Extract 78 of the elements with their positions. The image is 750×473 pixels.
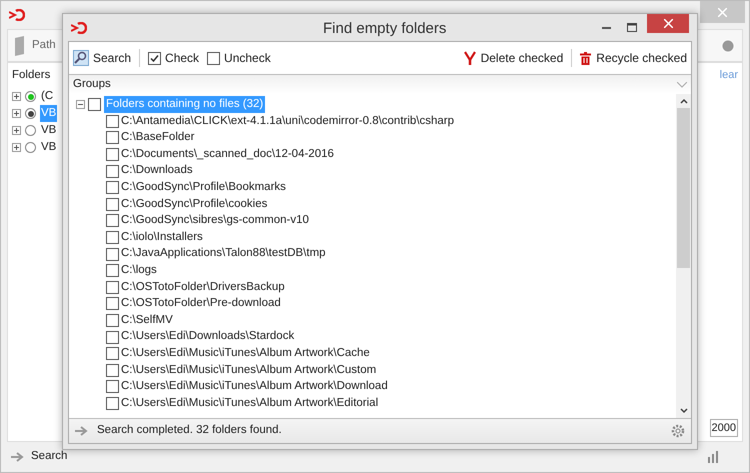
arrow-icon — [11, 452, 25, 462]
close-button[interactable] — [647, 14, 689, 33]
checkbox[interactable] — [106, 198, 119, 211]
checkbox[interactable] — [106, 396, 119, 410]
status-text: Search completed. 32 folders found. — [97, 423, 283, 438]
checkbox-icon[interactable] — [148, 52, 162, 64]
chevron-down-icon — [677, 82, 687, 88]
checkbox[interactable] — [106, 164, 119, 178]
folder-path[interactable]: C:\Users\Edi\Music\iTunes\Album Artwork\Download — [121, 378, 388, 396]
toolbar-button[interactable]: Search — [73, 49, 132, 67]
checkbox[interactable] — [106, 131, 119, 144]
toolbar-button[interactable]: Check — [148, 49, 200, 67]
toolbar-button[interactable]: Uncheck — [207, 49, 271, 67]
search-icon — [73, 50, 89, 66]
folders-header: Folders — [12, 68, 52, 83]
collapse-toggle[interactable] — [76, 100, 85, 109]
checkbox[interactable] — [106, 380, 119, 394]
dialog-title: Find empty folders — [323, 19, 446, 39]
checkbox[interactable] — [106, 248, 119, 261]
checkbox[interactable] — [88, 98, 101, 111]
folder-path[interactable]: C:\Documents\_scanned_doc\12-04-2016 — [121, 146, 334, 164]
folder-path[interactable]: C:\SelfMV — [121, 312, 173, 330]
checkbox[interactable] — [106, 264, 119, 278]
settings-icon[interactable] — [671, 424, 685, 438]
folder-path[interactable]: C:\JavaApplications\Talon88\testDB\tmp — [121, 245, 326, 263]
trash-icon — [580, 52, 592, 64]
folder-path[interactable]: C:\Users\Edi\Music\iTunes\Album Artwork\Custom — [121, 362, 376, 379]
folder-path[interactable]: C:\GoodSync\Profile\cookies — [121, 196, 268, 213]
status-text: Search — [31, 449, 68, 464]
checkbox[interactable] — [106, 230, 119, 244]
number-spinner[interactable]: 2000 — [710, 418, 738, 437]
expand-icon[interactable] — [12, 92, 21, 102]
folder-label[interactable]: VB — [40, 122, 58, 140]
checkbox[interactable] — [106, 297, 119, 310]
expand-icon[interactable] — [12, 143, 21, 152]
arrow-icon — [75, 426, 89, 436]
folder-path[interactable]: C:\BaseFolder — [121, 129, 195, 147]
close-icon — [718, 8, 727, 16]
checkbox[interactable] — [106, 148, 119, 161]
folder-label[interactable]: (C — [40, 88, 54, 106]
folder-path[interactable]: C:\GoodSync\sibres\gs-common-v10 — [121, 212, 309, 230]
minimize-icon — [602, 26, 610, 28]
expand-icon[interactable] — [12, 109, 21, 118]
app-logo-icon — [9, 9, 25, 21]
checkbox[interactable] — [106, 347, 119, 360]
checkbox[interactable] — [106, 114, 119, 128]
folder-path[interactable]: C:\Users\Edi\Downloads\Stardock — [121, 328, 294, 346]
bar-chart-icon — [707, 451, 719, 463]
paths-button[interactable]: Path — [32, 36, 56, 54]
toolbar-button[interactable]: Delete checked — [464, 49, 564, 67]
radio-button[interactable] — [25, 142, 36, 154]
scrollbar[interactable] — [676, 94, 691, 418]
checkbox[interactable] — [106, 364, 119, 377]
checkbox[interactable] — [106, 314, 119, 327]
folder-path[interactable]: C:\OSTotoFolder\Pre-download — [121, 295, 281, 312]
checkbox-icon[interactable] — [207, 52, 220, 64]
close-icon — [664, 19, 672, 28]
checkbox[interactable] — [106, 330, 119, 344]
checkbox[interactable] — [106, 181, 119, 194]
folder-path[interactable]: C:\GoodSync\Profile\Bookmarks — [121, 179, 286, 196]
folder-path[interactable]: C:\Users\Edi\Music\iTunes\Album Artwork\Cache — [121, 344, 370, 362]
radio-button[interactable] — [25, 91, 36, 102]
folder-label[interactable]: VB — [40, 139, 58, 156]
checkbox[interactable] — [106, 214, 119, 228]
folder-path[interactable]: C:\logs — [121, 262, 157, 280]
folder-path[interactable]: C:\OSTotoFolder\DriversBackup — [121, 278, 285, 296]
folder-path[interactable]: C:\Users\Edi\Music\iTunes\Album Artwork\Editorial — [121, 394, 378, 412]
maximize-icon — [627, 23, 637, 32]
folder-path[interactable]: C:\Antamedia\CLICK\ext-4.1.1a\uni\codemirror-0.8\contrib\csharp — [121, 112, 454, 130]
toolbar-button[interactable]: Recycle checked — [580, 49, 687, 67]
app-logo-icon — [71, 22, 87, 34]
expand-icon[interactable] — [12, 126, 21, 136]
checkbox[interactable] — [106, 280, 119, 294]
minus-icon — [78, 102, 83, 107]
folder-path[interactable]: C:\iolo\Installers — [121, 228, 203, 246]
folder-path[interactable]: C:\Downloads — [121, 162, 193, 180]
radio-button[interactable] — [25, 108, 36, 120]
radio-button[interactable] — [25, 125, 36, 136]
